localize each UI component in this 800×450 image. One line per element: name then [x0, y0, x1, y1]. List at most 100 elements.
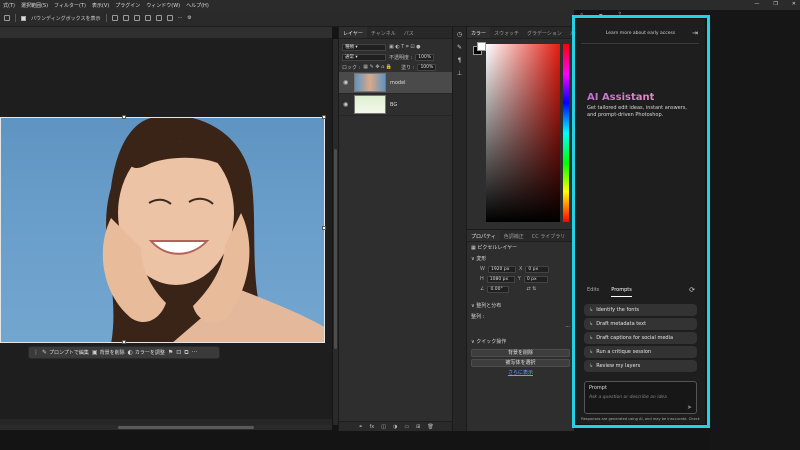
align-left-icon[interactable]	[111, 15, 118, 21]
tab-swatches[interactable]: スウォッチ	[490, 27, 523, 38]
group-icon[interactable]: ▭	[404, 424, 409, 430]
stamp-icon[interactable]: ⊥	[457, 70, 462, 77]
menu-type[interactable]: 式(T)	[3, 2, 15, 9]
bounding-box-label: バウンディングボックスを表示	[31, 15, 101, 22]
move-tool-icon[interactable]	[4, 15, 10, 21]
width-input[interactable]: 1920 px	[487, 265, 516, 273]
fill-input[interactable]: 100%	[417, 63, 437, 71]
filter-icons[interactable]: ▣ ◐ T ⌗ ⊡ ●	[389, 44, 420, 50]
panel-icon-strip: ◷ ✎ ¶ ⊥	[452, 27, 466, 431]
restore-icon[interactable]: ❐	[773, 1, 777, 7]
remove-background-button[interactable]: ▣ 背景を削除	[92, 349, 125, 356]
menu-plugins[interactable]: プラグイン	[115, 2, 140, 9]
more-options[interactable]: ···	[178, 15, 183, 21]
tab-paths[interactable]: パス	[400, 27, 418, 38]
visibility-eye-icon[interactable]: ◉	[343, 79, 350, 86]
menu-window[interactable]: ウィンドウ(W)	[146, 2, 180, 9]
align-title-label: 整列と分布	[476, 303, 502, 309]
menu-view[interactable]: 表示(V)	[92, 2, 109, 9]
lock-row: ロック : ▦ ✎ ✥ ⌂ 🔒 塗り : 100%	[339, 62, 452, 72]
visibility-eye-icon[interactable]: ◉	[343, 101, 350, 108]
show-more-link[interactable]: さらに表示	[467, 369, 574, 376]
new-layer-icon[interactable]: ⊞	[416, 424, 420, 430]
more-icon[interactable]: ···	[192, 349, 198, 356]
edit-with-prompt-button[interactable]: ✎ プロンプトで編集	[42, 349, 89, 356]
blend-mode-select[interactable]: 通常 ▾	[342, 53, 386, 61]
transform-handle[interactable]	[322, 226, 326, 230]
close-icon[interactable]: ✕	[792, 1, 796, 7]
tab-adjustments[interactable]: 色調補正	[500, 230, 528, 241]
mask-icon[interactable]: ◫	[381, 424, 386, 430]
layer-row-model[interactable]: ◉ model	[339, 72, 452, 94]
tab-color[interactable]: カラー	[467, 27, 491, 38]
layer-filter-select[interactable]: 種類 ▾	[342, 43, 386, 51]
tab-channels[interactable]: チャンネル	[367, 27, 400, 38]
link-layers-icon[interactable]: ⚭	[358, 424, 362, 430]
bounding-box-checkbox[interactable]	[21, 15, 26, 21]
h-label: H	[480, 276, 484, 282]
quick-remove-background-button[interactable]: 背景を削除	[471, 349, 570, 357]
crop-icon[interactable]: ⊡	[176, 349, 181, 356]
align-top-icon[interactable]	[144, 15, 151, 21]
align-center-icon[interactable]	[122, 15, 129, 21]
lock-label: ロック :	[342, 64, 361, 71]
fx-icon[interactable]: fx	[370, 424, 375, 430]
history-icon[interactable]: ◷	[457, 31, 462, 38]
transform-handle[interactable]	[122, 115, 126, 119]
duplicate-icon[interactable]: ⧉	[184, 349, 188, 357]
transform-handle[interactable]	[322, 115, 326, 119]
layer-name[interactable]: BG	[390, 102, 397, 108]
align-bottom-icon[interactable]	[166, 15, 173, 21]
height-input[interactable]: 1080 px	[486, 275, 515, 283]
drag-handle-icon[interactable]: ⋮	[33, 349, 39, 356]
options-bar: バウンディングボックスを表示 ··· ⚙	[0, 10, 574, 27]
trash-icon[interactable]: 🗑	[427, 424, 433, 430]
height-row: H 1080 px Y 0 px	[467, 274, 574, 284]
lock-icons[interactable]: ▦ ✎ ✥ ⌂ 🔒	[363, 64, 392, 70]
layer-row-bg[interactable]: ◉ BG	[339, 94, 452, 116]
menu-filter[interactable]: フィルター(T)	[54, 2, 86, 9]
horizontal-scrollbar[interactable]	[0, 425, 332, 430]
tab-gradients[interactable]: グラデーション	[523, 27, 566, 38]
menu-help[interactable]: ヘルプ(H)	[186, 2, 209, 9]
window-controls: — ❐ ✕	[754, 1, 796, 7]
color-picker-field[interactable]	[486, 44, 560, 222]
adjust-color-button[interactable]: ◐ カラーを調整	[128, 349, 165, 356]
flag-icon[interactable]: ⚑	[168, 349, 173, 356]
align-middle-icon[interactable]	[155, 15, 162, 21]
x-label: X	[518, 266, 523, 272]
right-gutter	[710, 10, 800, 450]
tab-layers[interactable]: レイヤー	[339, 27, 367, 38]
transform-handle[interactable]	[122, 340, 126, 344]
align-right-icon[interactable]	[133, 15, 140, 21]
y-input[interactable]: 0 px	[523, 275, 548, 283]
brush-icon[interactable]: ✎	[457, 44, 462, 51]
minimize-icon[interactable]: —	[754, 1, 759, 7]
opacity-label: 不透明度 :	[389, 54, 413, 61]
hue-slider[interactable]	[563, 44, 569, 222]
transform-title: ∨ 変形	[471, 256, 487, 262]
x-input[interactable]: 0 px	[525, 265, 550, 273]
tab-properties[interactable]: プロパティ	[467, 230, 500, 241]
align-more-icon[interactable]: ···	[467, 322, 574, 332]
canvas-photo[interactable]	[0, 117, 325, 343]
adjustment-icon[interactable]: ◑	[393, 424, 397, 430]
angle-input[interactable]: 0.00°	[487, 285, 510, 293]
tab-cc-libraries[interactable]: CC ライブラリ	[528, 230, 570, 241]
filter-label: 種類	[345, 44, 354, 50]
layer-name[interactable]: model	[390, 80, 406, 86]
background-color-swatch[interactable]	[477, 42, 486, 51]
select-subject-button[interactable]: 被写体を選択	[471, 359, 570, 367]
flip-icons[interactable]: ⇄ ⇅	[526, 286, 536, 292]
type-icon[interactable]: ¶	[458, 57, 462, 64]
align-title: ∨ 整列と分布	[471, 303, 502, 309]
layer-kind: ▦ ピクセルレイヤー	[471, 245, 518, 251]
align-label: 整列 :	[471, 314, 485, 320]
gear-icon[interactable]: ⚙	[187, 15, 191, 21]
scroll-thumb[interactable]	[118, 426, 254, 429]
fill-label: 塗り :	[401, 64, 415, 71]
remove-bg-icon: ▣	[91, 349, 98, 356]
opacity-input[interactable]: 100%	[415, 53, 435, 61]
scroll-thumb[interactable]	[334, 149, 337, 349]
menu-select[interactable]: 選択範囲(S)	[21, 2, 48, 9]
